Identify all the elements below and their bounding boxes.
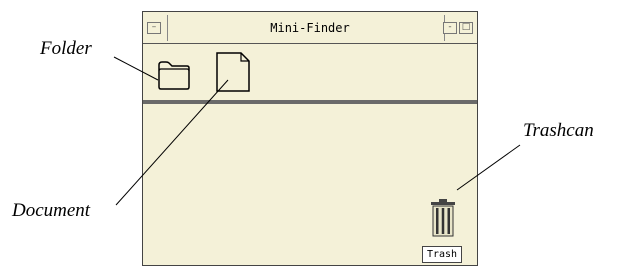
- trashcan-callout: Trashcan: [523, 120, 594, 141]
- mini-finder-window: – Mini-Finder - □ Trash: [142, 11, 478, 266]
- maximize-icon[interactable]: □: [459, 22, 473, 34]
- trash-label[interactable]: Trash: [422, 246, 462, 263]
- window-title: Mini-Finder: [270, 21, 350, 35]
- title-bar[interactable]: – Mini-Finder - □: [143, 12, 477, 44]
- folder-icon[interactable]: [157, 60, 191, 90]
- document-callout: Document: [12, 200, 91, 221]
- minimize-icon[interactable]: -: [443, 22, 457, 34]
- main-pane: Trash: [143, 108, 477, 265]
- document-icon[interactable]: [215, 51, 251, 93]
- trashcan-icon[interactable]: [429, 198, 457, 240]
- icon-pane: [143, 44, 477, 104]
- folder-callout: Folder: [40, 38, 92, 59]
